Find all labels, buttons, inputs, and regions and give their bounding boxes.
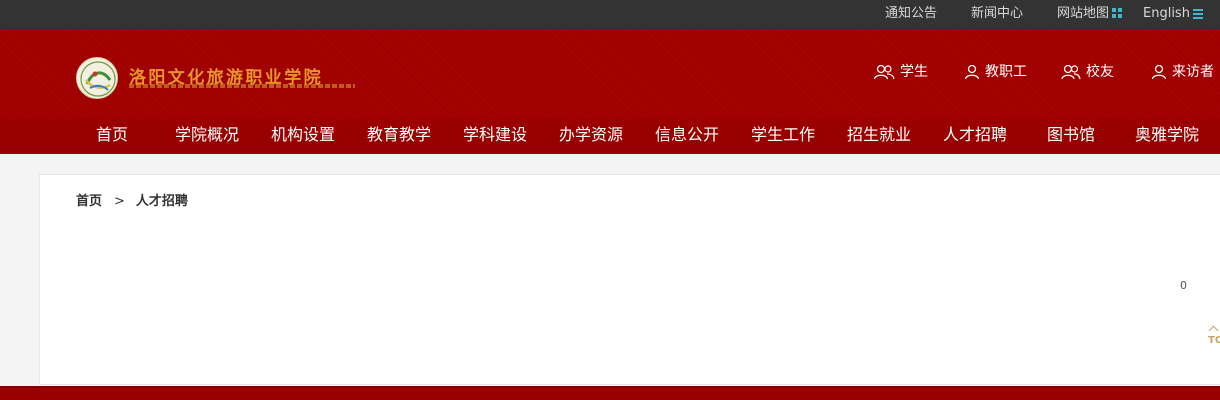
back-to-top-button[interactable]: TOP	[1206, 325, 1220, 349]
role-student[interactable]: 学生	[873, 62, 928, 82]
breadcrumb-separator: >	[114, 194, 125, 209]
nav-home[interactable]: 首页	[96, 124, 128, 146]
role-label: 教职工	[985, 64, 1027, 80]
count-value: 0	[1180, 279, 1187, 292]
role-staff[interactable]: 教职工	[964, 62, 1027, 82]
nav-library[interactable]: 图书馆	[1047, 124, 1095, 146]
school-name-english-line	[129, 84, 355, 88]
notice-link[interactable]: 通知公告	[885, 0, 937, 30]
nav-departments[interactable]: 机构设置	[271, 124, 335, 146]
content-card	[39, 174, 1220, 385]
users-icon	[1061, 64, 1081, 80]
nav-recruitment[interactable]: 人才招聘	[943, 124, 1007, 146]
footer-strip	[0, 386, 1220, 400]
site-header: 洛阳文化旅游职业学院 学生 教职工 校友 来访者 首页 学院概况 机构设置 教育…	[0, 30, 1220, 154]
user-icon	[964, 64, 980, 80]
breadcrumb: 首页 > 人才招聘	[76, 193, 188, 211]
nav-student-affairs[interactable]: 学生工作	[751, 124, 815, 146]
sitemap-label: 网站地图	[1057, 6, 1110, 21]
nav-aoya-college[interactable]: 奥雅学院	[1135, 124, 1199, 146]
user-icon	[1151, 64, 1167, 80]
top-utility-bar: 通知公告 新闻中心 网站地图 English	[0, 0, 1220, 30]
sitemap-link[interactable]: 网站地图	[1057, 0, 1123, 30]
nav-public-info[interactable]: 信息公开	[655, 124, 719, 146]
nav-resources[interactable]: 办学资源	[559, 124, 623, 146]
school-logo-emblem[interactable]	[76, 57, 118, 99]
nav-education[interactable]: 教育教学	[367, 124, 431, 146]
users-icon	[873, 64, 895, 80]
role-label: 来访者	[1172, 64, 1214, 80]
logo-emblem-icon	[80, 61, 116, 97]
english-link[interactable]: English	[1143, 0, 1203, 30]
role-visitor[interactable]: 来访者	[1151, 62, 1214, 82]
chevron-up-icon	[1208, 325, 1219, 336]
nav-disciplines[interactable]: 学科建设	[463, 124, 527, 146]
nav-about[interactable]: 学院概况	[175, 124, 239, 146]
grid-icon	[1112, 8, 1123, 18]
english-label: English	[1143, 6, 1190, 21]
role-label: 学生	[900, 64, 928, 80]
role-alumni[interactable]: 校友	[1061, 62, 1114, 82]
role-label: 校友	[1086, 64, 1114, 80]
menu-icon	[1192, 9, 1203, 19]
nav-admissions[interactable]: 招生就业	[847, 124, 911, 146]
news-link[interactable]: 新闻中心	[971, 0, 1023, 30]
back-to-top-label: TOP	[1208, 335, 1220, 346]
breadcrumb-current: 人才招聘	[135, 194, 188, 209]
breadcrumb-home[interactable]: 首页	[76, 194, 102, 209]
